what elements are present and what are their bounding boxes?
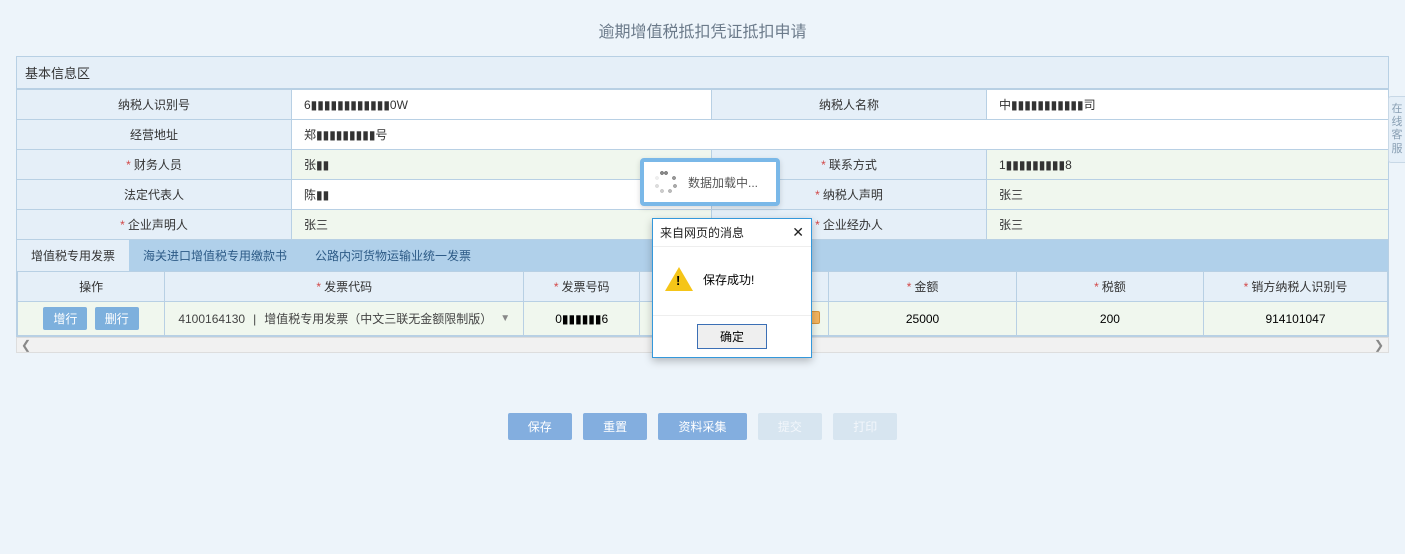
loading-toast: 数据加载中... xyxy=(640,158,780,206)
dialog-title: 来自网页的消息 xyxy=(660,224,744,241)
alert-dialog: 来自网页的消息 ✕ 保存成功! 确定 xyxy=(652,218,812,358)
tab-customs-import[interactable]: 海关进口增值税专用缴款书 xyxy=(129,240,301,271)
value-taxpayer-name: 中▮▮▮▮▮▮▮▮▮▮▮司 xyxy=(987,90,1389,120)
value-taxpayer-decl[interactable]: 张三 xyxy=(987,180,1389,210)
cell-tax[interactable]: 200 xyxy=(1016,302,1203,336)
close-icon[interactable]: ✕ xyxy=(792,224,804,241)
cell-op: 增行 删行 xyxy=(18,302,165,336)
label-taxpayer-name: 纳税人名称 xyxy=(712,90,987,120)
print-button[interactable]: 打印 xyxy=(833,413,897,440)
label-company-handler-text: 企业经办人 xyxy=(823,218,883,232)
label-company-decl: *企业声明人 xyxy=(17,210,292,240)
th-no-text: 发票号码 xyxy=(562,280,610,294)
footer-buttons: 保存 重置 资料采集 提交 打印 xyxy=(16,353,1389,440)
th-code-text: 发票代码 xyxy=(324,280,372,294)
del-row-button[interactable]: 删行 xyxy=(95,307,139,330)
code-prefix: 4100164130 xyxy=(178,312,245,326)
value-company-handler[interactable]: 张三 xyxy=(987,210,1389,240)
label-legal-rep: 法定代表人 xyxy=(17,180,292,210)
loading-text: 数据加载中... xyxy=(688,174,758,191)
dialog-footer: 确定 xyxy=(653,315,811,357)
cell-seller-id[interactable]: 914101047 xyxy=(1204,302,1388,336)
dialog-body: 保存成功! xyxy=(653,247,811,315)
th-seller-id-text: 销方纳税人识别号 xyxy=(1251,280,1347,294)
th-code: *发票代码 xyxy=(165,272,524,302)
label-contact-text: 联系方式 xyxy=(829,158,877,172)
value-contact[interactable]: 1▮▮▮▮▮▮▮▮▮8 xyxy=(987,150,1389,180)
label-finance-staff: *财务人员 xyxy=(17,150,292,180)
code-select-text: 增值税专用发票（中文三联无金额限制版） xyxy=(264,310,492,327)
label-taxpayer-decl-text: 纳税人声明 xyxy=(823,188,883,202)
th-no: *发票号码 xyxy=(524,272,640,302)
warning-icon xyxy=(665,267,693,291)
scroll-right-icon[interactable]: ❯ xyxy=(1374,338,1384,352)
th-amount-text: 金额 xyxy=(914,280,938,294)
cell-amount[interactable]: 25000 xyxy=(829,302,1017,336)
value-taxpayer-id: 6▮▮▮▮▮▮▮▮▮▮▮▮0W xyxy=(292,90,712,120)
tab-vat-invoice[interactable]: 增值税专用发票 xyxy=(17,240,129,271)
collect-button[interactable]: 资料采集 xyxy=(658,413,746,440)
value-company-decl[interactable]: 张三 xyxy=(292,210,712,240)
th-seller-id: *销方纳税人识别号 xyxy=(1204,272,1388,302)
th-amount: *金额 xyxy=(829,272,1017,302)
th-tax: *税额 xyxy=(1016,272,1203,302)
tab-road-river[interactable]: 公路内河货物运输业统一发票 xyxy=(301,240,485,271)
cell-no[interactable]: 0▮▮▮▮▮▮6 xyxy=(524,302,640,336)
label-address: 经营地址 xyxy=(17,120,292,150)
ok-button[interactable]: 确定 xyxy=(697,324,767,349)
th-op: 操作 xyxy=(18,272,165,302)
section-header-basic: 基本信息区 xyxy=(16,56,1389,89)
label-company-decl-text: 企业声明人 xyxy=(128,218,188,232)
chevron-down-icon[interactable]: ▼ xyxy=(500,313,510,324)
dialog-titlebar: 来自网页的消息 ✕ xyxy=(653,219,811,247)
th-tax-text: 税额 xyxy=(1102,280,1126,294)
side-tab-support[interactable]: 在线客服 xyxy=(1388,96,1405,163)
save-button[interactable]: 保存 xyxy=(508,413,572,440)
label-finance-staff-text: 财务人员 xyxy=(134,158,182,172)
cell-code[interactable]: 4100164130 | 增值税专用发票（中文三联无金额限制版） ▼ xyxy=(165,302,524,336)
label-taxpayer-id: 纳税人识别号 xyxy=(17,90,292,120)
add-row-button[interactable]: 增行 xyxy=(43,307,87,330)
value-address: 郑▮▮▮▮▮▮▮▮▮号 xyxy=(292,120,1389,150)
dialog-message: 保存成功! xyxy=(703,271,754,288)
reset-button[interactable]: 重置 xyxy=(583,413,647,440)
page-title: 逾期增值税抵扣凭证抵扣申请 xyxy=(0,0,1405,56)
scroll-left-icon[interactable]: ❮ xyxy=(21,338,31,352)
submit-button[interactable]: 提交 xyxy=(758,413,822,440)
spinner-icon xyxy=(654,170,678,194)
